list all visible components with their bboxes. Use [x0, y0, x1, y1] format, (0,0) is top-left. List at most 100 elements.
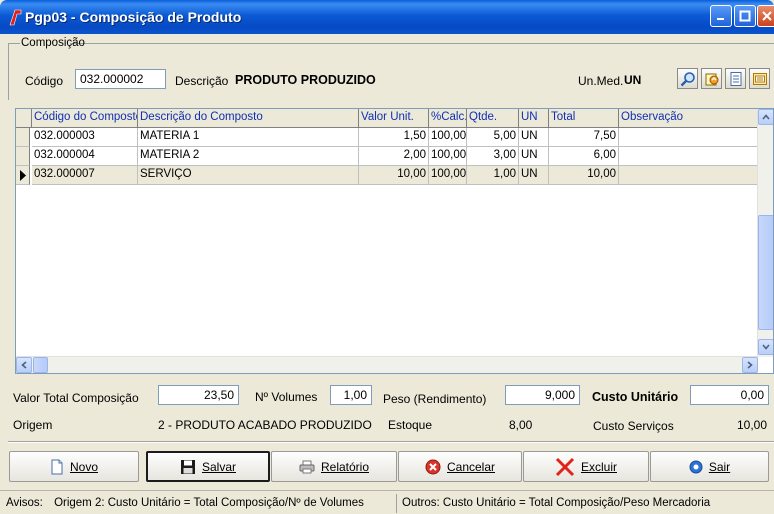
- header-qtde[interactable]: Qtde.: [467, 109, 519, 128]
- horizontal-scroll-thumb[interactable]: [33, 357, 48, 373]
- estoque-value: 8,00: [509, 418, 533, 432]
- vertical-scroll-thumb[interactable]: [758, 215, 773, 330]
- chevron-left-icon: [21, 361, 27, 369]
- minimize-icon: [717, 18, 724, 20]
- cell-observacao: [619, 166, 758, 185]
- search-icon: [680, 71, 695, 86]
- row-indicator: [16, 166, 30, 185]
- cell-calc: 100,00: [429, 128, 467, 147]
- cell-descricao: MATERIA 2: [138, 147, 359, 166]
- header-total[interactable]: Total: [549, 109, 619, 128]
- novo-label: Novo: [69, 459, 98, 474]
- excluir-label: Excluir: [580, 459, 617, 474]
- search-button[interactable]: [677, 68, 698, 89]
- codigo-label: Código: [25, 74, 64, 88]
- cell-codigo: 032.000007: [32, 166, 138, 185]
- sair-button[interactable]: Sair: [650, 451, 769, 482]
- status-outros-panel: Outros: Custo Unitário = Total Composiçã…: [398, 495, 774, 513]
- estoque-label: Estoque: [388, 418, 433, 432]
- header-observacao[interactable]: Observação: [619, 109, 758, 128]
- grid-header: Código do Composto Descrição do Composto…: [16, 109, 758, 128]
- export-button[interactable]: [749, 68, 770, 89]
- unmed-label: Un.Med.: [578, 74, 624, 88]
- peso-field[interactable]: 9,000: [505, 385, 580, 405]
- valor-total-label: Valor Total Composição: [13, 391, 139, 405]
- horizontal-scrollbar[interactable]: [16, 356, 758, 373]
- descricao-value: PRODUTO PRODUZIDO: [235, 73, 376, 87]
- sair-label: Sair: [708, 459, 731, 474]
- header-indicator: [16, 109, 32, 128]
- scroll-left-button[interactable]: [16, 357, 32, 373]
- status-avisos-panel: Avisos: Origem 2: Custo Unitário = Total…: [2, 495, 410, 513]
- header-codigo[interactable]: Código do Composto: [32, 109, 138, 128]
- header-calc[interactable]: %Calc.: [429, 109, 467, 128]
- printer-icon: [299, 460, 315, 473]
- separator: [8, 441, 774, 443]
- table-row[interactable]: 032.000003 MATERIA 1 1,50 100,00 5,00 UN…: [16, 128, 758, 147]
- current-row-arrow-icon: [20, 170, 26, 181]
- origem-label: Origem: [13, 418, 53, 432]
- header-descricao[interactable]: Descrição do Composto: [138, 109, 359, 128]
- close-icon: [761, 11, 772, 21]
- vertical-scrollbar[interactable]: [757, 109, 773, 357]
- table-row[interactable]: 032.000007 SERVIÇO 10,00 100,00 1,00 UN …: [16, 166, 758, 185]
- excluir-button[interactable]: Excluir: [523, 451, 649, 482]
- unmed-value: UN: [624, 73, 642, 87]
- descricao-label: Descrição: [175, 74, 229, 88]
- relatorio-button[interactable]: Relatório: [271, 451, 397, 482]
- avisos-label: Avisos:: [6, 497, 43, 509]
- header-un[interactable]: UN: [519, 109, 549, 128]
- chevron-right-icon: [747, 361, 753, 369]
- relatorio-label: Relatório: [320, 459, 370, 474]
- cell-valor-unit: 10,00: [359, 166, 429, 185]
- cell-total: 6,00: [549, 147, 619, 166]
- cell-qtde: 5,00: [467, 128, 519, 147]
- cancelar-button[interactable]: Cancelar: [398, 451, 522, 482]
- maximize-button[interactable]: [734, 5, 756, 27]
- table-row[interactable]: 032.000004 MATERIA 2 2,00 100,00 3,00 UN…: [16, 147, 758, 166]
- cell-codigo: 032.000003: [32, 128, 138, 147]
- volumes-label: Nº Volumes: [255, 390, 318, 404]
- scroll-down-button[interactable]: [758, 339, 773, 355]
- custo-unitario-field[interactable]: 0,00: [690, 385, 769, 405]
- avisos-message: Origem 2: Custo Unitário = Total Composi…: [54, 497, 364, 509]
- cell-qtde: 3,00: [467, 147, 519, 166]
- origem-value: 2 - PRODUTO ACABADO PRODUZIDO: [158, 418, 372, 432]
- header-valor-unit[interactable]: Valor Unit.: [359, 109, 429, 128]
- document-icon: [730, 71, 741, 86]
- codigo-field[interactable]: 032.000002: [75, 69, 166, 89]
- refresh-button[interactable]: [701, 68, 722, 89]
- novo-button[interactable]: Novo: [9, 451, 139, 482]
- outros-message: Outros: Custo Unitário = Total Composiçã…: [402, 497, 711, 509]
- cell-calc: 100,00: [429, 147, 467, 166]
- peso-label: Peso (Rendimento): [383, 392, 487, 406]
- save-icon: [180, 459, 195, 474]
- cell-valor-unit: 2,00: [359, 147, 429, 166]
- cell-total: 10,00: [549, 166, 619, 185]
- custo-unitario-label: Custo Unitário: [592, 390, 679, 404]
- cell-calc: 100,00: [429, 166, 467, 185]
- close-button[interactable]: [757, 5, 774, 27]
- valor-total-field[interactable]: 23,50: [158, 385, 239, 405]
- status-divider: [396, 494, 397, 513]
- cell-un: UN: [519, 147, 549, 166]
- title-bar[interactable]: Pgp03 - Composição de Produto: [0, 0, 774, 34]
- cell-un: UN: [519, 166, 549, 185]
- volumes-field[interactable]: 1,00: [330, 385, 372, 405]
- salvar-button[interactable]: Salvar: [146, 451, 270, 482]
- chevron-down-icon: [762, 344, 770, 350]
- document-button[interactable]: [725, 68, 746, 89]
- cell-total: 7,50: [549, 128, 619, 147]
- cell-descricao: SERVIÇO: [138, 166, 359, 185]
- cell-codigo: 032.000004: [32, 147, 138, 166]
- delete-x-icon: [555, 457, 575, 476]
- group-label: Composição: [21, 37, 85, 49]
- window-title: Pgp03 - Composição de Produto: [25, 9, 242, 25]
- exit-icon: [689, 460, 703, 473]
- cell-descricao: MATERIA 1: [138, 128, 359, 147]
- composition-grid[interactable]: Código do Composto Descrição do Composto…: [15, 108, 774, 374]
- scroll-right-button[interactable]: [742, 357, 758, 373]
- minimize-button[interactable]: [710, 5, 732, 27]
- cancel-icon: [425, 459, 441, 474]
- scroll-up-button[interactable]: [758, 109, 773, 125]
